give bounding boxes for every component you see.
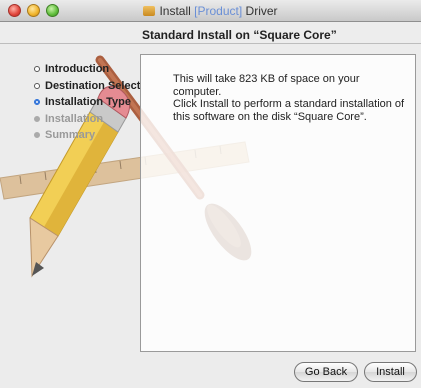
step-destination-select: Destination Select bbox=[34, 80, 140, 97]
page-header: Standard Install on “Square Core” bbox=[0, 22, 421, 44]
step-label: Installation Type bbox=[45, 96, 131, 108]
window-title-suffix: Driver bbox=[245, 4, 278, 18]
title-bar: Install [Product] Driver bbox=[0, 0, 421, 22]
step-pending-icon bbox=[34, 132, 40, 138]
go-back-button[interactable]: Go Back bbox=[294, 362, 358, 382]
space-required-text: This will take 823 KB of space on your c… bbox=[173, 73, 360, 98]
step-installation-type: Installation Type bbox=[34, 96, 140, 113]
step-pending-icon bbox=[34, 115, 40, 122]
step-label: Installation bbox=[45, 112, 104, 125]
step-introduction: Introduction bbox=[34, 63, 140, 80]
installer-steps: Introduction Destination Select Installa… bbox=[34, 63, 140, 146]
step-installation: Installation bbox=[34, 113, 140, 130]
window-title: Install [Product] Driver bbox=[0, 4, 421, 18]
step-status-icon bbox=[34, 82, 40, 89]
step-label: Introduction bbox=[45, 63, 110, 75]
content-panel: This will take 823 KB of space on your c… bbox=[140, 54, 416, 352]
window-title-product: [Product] bbox=[194, 4, 243, 18]
install-instructions-text: Click Install to perform a standard inst… bbox=[173, 98, 405, 123]
step-summary: Summary bbox=[34, 129, 140, 146]
install-button[interactable]: Install bbox=[364, 362, 417, 382]
package-icon bbox=[143, 6, 156, 16]
step-status-icon bbox=[34, 66, 40, 72]
page-title: Standard Install on “Square Core” bbox=[142, 28, 337, 42]
step-label: Destination Select bbox=[45, 79, 141, 92]
step-current-icon bbox=[34, 99, 40, 105]
window-title-prefix: Install bbox=[159, 4, 191, 18]
step-label: Summary bbox=[45, 129, 96, 141]
